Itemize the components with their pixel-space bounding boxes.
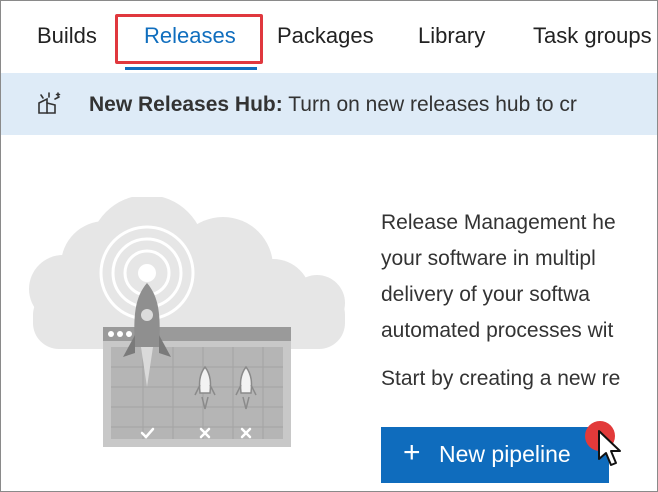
tab-library[interactable]: Library xyxy=(418,23,485,49)
tab-packages[interactable]: Packages xyxy=(277,23,374,49)
start-text: Start by creating a new re xyxy=(381,367,621,390)
description-line: delivery of your softwa xyxy=(381,283,590,306)
sparkle-icon xyxy=(38,92,61,114)
tab-builds[interactable]: Builds xyxy=(37,23,97,49)
banner-message: Turn on new releases hub to cr xyxy=(288,93,577,116)
releases-page: Builds Releases Packages Library Task gr… xyxy=(0,0,658,492)
tab-bar: Builds Releases Packages Library Task gr… xyxy=(1,1,657,73)
release-illustration xyxy=(29,197,345,447)
description-line: your software in multipl xyxy=(381,247,596,270)
mouse-pointer-icon xyxy=(598,430,621,466)
new-pipeline-button[interactable]: + New pipeline xyxy=(381,427,609,483)
banner-title: New Releases Hub: xyxy=(89,93,283,116)
plus-icon: + xyxy=(403,436,421,469)
banner-text: New Releases Hub: Turn on new releases h… xyxy=(89,93,577,117)
highlight-annotation xyxy=(115,14,263,64)
selected-tab-indicator xyxy=(125,67,257,70)
tab-task-groups[interactable]: Task groups xyxy=(533,23,652,49)
new-pipeline-label: New pipeline xyxy=(439,441,571,467)
description-line: automated processes wit xyxy=(381,319,614,342)
release-management-description: Release Management he your software in m… xyxy=(381,205,657,349)
new-releases-hub-banner: New Releases Hub: Turn on new releases h… xyxy=(1,73,657,135)
description-line: Release Management he xyxy=(381,211,616,234)
